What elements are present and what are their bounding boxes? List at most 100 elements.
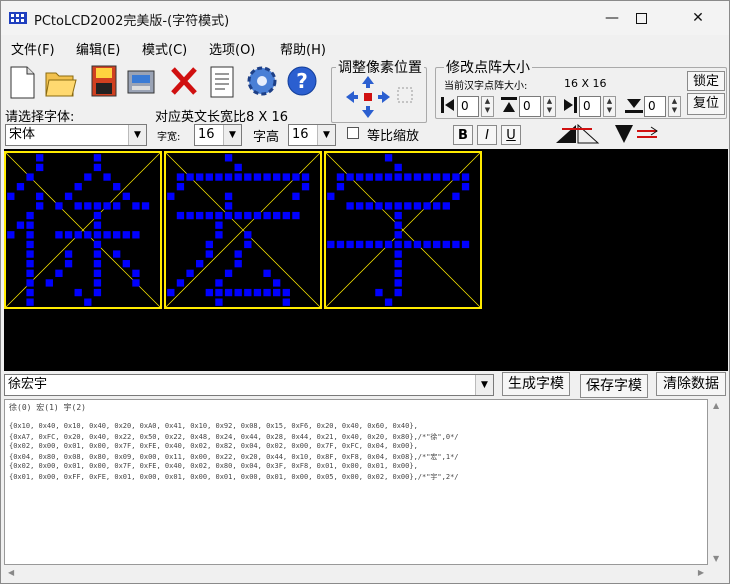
- keep-ratio-checkbox[interactable]: [347, 127, 359, 139]
- glyph-pixel: [384, 154, 393, 162]
- settings-machine-icon[interactable]: [125, 61, 159, 101]
- left-expand-icon[interactable]: [441, 97, 455, 113]
- glyph-cell-2[interactable]: [324, 151, 482, 309]
- flip-vertical-icon[interactable]: [613, 123, 659, 145]
- bold-button[interactable]: B: [453, 125, 473, 145]
- scroll-down-icon[interactable]: ▼: [713, 554, 719, 563]
- document-icon[interactable]: [205, 61, 239, 101]
- chevron-down-icon[interactable]: ▼: [475, 375, 493, 395]
- glyph-pixel: [93, 211, 102, 220]
- glyph-pixel: [273, 173, 281, 181]
- glyph-pixel: [346, 202, 354, 210]
- top-spin-input[interactable]: 0: [519, 96, 541, 117]
- glyph-pixel: [45, 279, 53, 287]
- font-width-select[interactable]: 16 ▼: [194, 124, 242, 146]
- adjust-pixel-group: 调整像素位置: [331, 57, 427, 123]
- glyph-canvas[interactable]: [4, 149, 728, 371]
- glyph-pixel: [132, 231, 140, 239]
- glyph-pixel: [26, 288, 34, 297]
- bottom-spin-input[interactable]: 0: [644, 96, 666, 117]
- chevron-down-icon[interactable]: ▼: [317, 125, 335, 145]
- menu-mode[interactable]: 模式(C): [142, 39, 187, 58]
- bottom-expand-icon[interactable]: [625, 97, 643, 113]
- glyph-cell-1[interactable]: [164, 151, 322, 309]
- close-window-button[interactable]: ✕: [674, 1, 722, 35]
- output-line-2: {0x02, 0x00, 0x01, 0x00, 0x7F, 0xFE, 0x4…: [9, 442, 418, 450]
- chevron-down-icon[interactable]: ▼: [128, 125, 146, 145]
- save-icon[interactable]: [87, 61, 121, 101]
- horizontal-scrollbar[interactable]: ◀ ▶: [4, 565, 708, 582]
- left-spin-stepper[interactable]: ▲ ▼: [481, 96, 494, 117]
- glyph-pixel: [84, 202, 92, 210]
- scroll-left-icon[interactable]: ◀: [8, 568, 14, 577]
- toolbar: ? 调整像素位置 修改点阵大小 当前汉字点阵大小: 16 X 16 锁定 复位 …: [1, 57, 729, 149]
- glyph-pixel: [384, 298, 393, 306]
- glyph-pixel: [113, 183, 121, 191]
- glyph-pixel: [186, 269, 194, 277]
- underline-button[interactable]: U: [501, 125, 521, 145]
- open-folder-icon[interactable]: [43, 61, 77, 101]
- glyph-pixel: [55, 202, 63, 210]
- glyph-pixel: [205, 211, 213, 220]
- title-bar: PCtoLCD2002完美版-(字符模式) — ✕: [1, 1, 729, 35]
- menu-options[interactable]: 选项(O): [209, 39, 255, 58]
- glyph-pixel: [253, 288, 262, 297]
- top-spin-stepper[interactable]: ▲ ▼: [543, 96, 556, 117]
- chevron-down-icon[interactable]: ▼: [223, 125, 241, 145]
- glyph-pixel: [74, 202, 82, 210]
- menu-edit[interactable]: 编辑(E): [76, 39, 120, 58]
- current-size-value: 16 X 16: [564, 77, 607, 90]
- maximize-button[interactable]: [617, 1, 665, 35]
- bottom-spin-stepper[interactable]: ▲ ▼: [668, 96, 681, 117]
- reset-button[interactable]: 复位: [687, 93, 725, 115]
- lock-button[interactable]: 锁定: [687, 71, 725, 91]
- glyph-pixel: [215, 173, 223, 181]
- glyph-pixel: [394, 211, 402, 220]
- output-textarea[interactable]: 徐(0) 宏(1) 宇(2) {0x10, 0x40, 0x10, 0x40, …: [4, 399, 708, 565]
- text-input[interactable]: 徐宏宇 ▼: [4, 374, 494, 396]
- menu-file[interactable]: 文件(F): [11, 39, 55, 58]
- glyph-pixel: [394, 202, 402, 210]
- glyph-pixel: [413, 173, 422, 181]
- top-expand-icon[interactable]: [501, 97, 517, 113]
- move-arrows-icon[interactable]: [344, 74, 414, 120]
- scroll-right-icon[interactable]: ▶: [698, 568, 704, 577]
- glyph-pixel: [103, 231, 111, 239]
- glyph-pixel: [365, 202, 373, 210]
- glyph-pixel: [186, 173, 194, 181]
- flip-horizontal-icon[interactable]: [554, 123, 600, 145]
- glyph-pixel: [413, 202, 422, 210]
- glyph-pixel: [346, 173, 354, 181]
- glyph-pixel: [442, 173, 450, 181]
- delete-icon[interactable]: [167, 61, 201, 101]
- right-spin-stepper[interactable]: ▲ ▼: [603, 96, 616, 117]
- italic-button[interactable]: I: [477, 125, 497, 145]
- gear-icon[interactable]: [245, 61, 279, 101]
- glyph-pixel: [244, 211, 252, 220]
- glyph-pixel: [93, 250, 102, 258]
- scroll-up-icon[interactable]: ▲: [713, 401, 719, 410]
- app-window: PCtoLCD2002完美版-(字符模式) — ✕ 文件(F) 编辑(E) 模式…: [0, 0, 730, 584]
- glyph-pixel: [74, 231, 82, 239]
- font-select[interactable]: 宋体 ▼: [5, 124, 147, 146]
- glyph-pixel: [244, 173, 252, 181]
- menu-help[interactable]: 帮助(H): [280, 39, 326, 58]
- clear-data-button[interactable]: 清除数据: [656, 372, 726, 396]
- vertical-scrollbar[interactable]: ▲ ▼: [708, 399, 727, 565]
- glyph-pixel: [365, 173, 373, 181]
- font-height-select[interactable]: 16 ▼: [288, 124, 336, 146]
- generate-button[interactable]: 生成字模: [502, 372, 570, 396]
- glyph-pixel: [394, 221, 402, 229]
- glyph-pixel: [365, 240, 373, 249]
- left-spin-input[interactable]: 0: [457, 96, 479, 117]
- save-font-button[interactable]: 保存字模: [580, 374, 648, 398]
- glyph-pixel: [141, 202, 150, 210]
- glyph-pixel: [26, 231, 34, 239]
- right-spin-input[interactable]: 0: [579, 96, 601, 117]
- glyph-pixel: [273, 288, 281, 297]
- glyph-cell-0[interactable]: [4, 151, 162, 309]
- glyph-pixel: [215, 279, 223, 287]
- new-file-icon[interactable]: [5, 61, 39, 101]
- right-expand-icon[interactable]: [563, 97, 577, 113]
- help-icon[interactable]: ?: [285, 61, 319, 101]
